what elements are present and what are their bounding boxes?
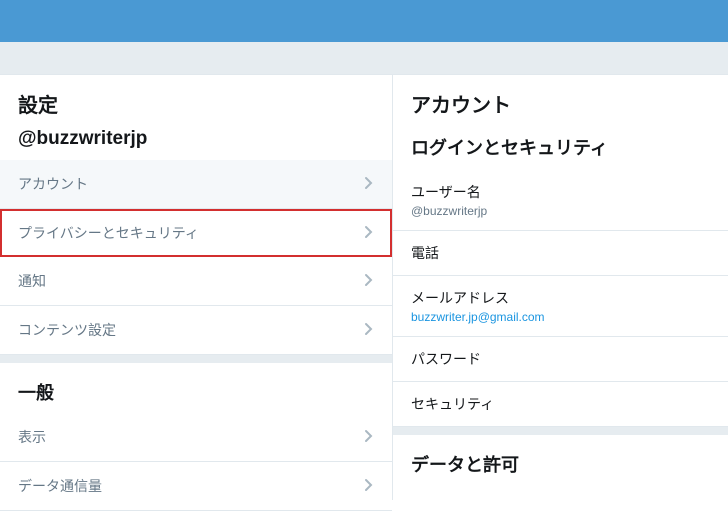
chevron-right-icon bbox=[364, 429, 374, 446]
chevron-right-icon bbox=[364, 176, 374, 193]
detail-value: @buzzwriterjp bbox=[411, 204, 710, 218]
detail-value: buzzwriter.jp@gmail.com bbox=[411, 310, 710, 324]
sidebar-item-label: データ通信量 bbox=[18, 476, 102, 496]
chevron-right-icon bbox=[364, 322, 374, 339]
sidebar-item-label: 通知 bbox=[18, 271, 46, 291]
detail-label: パスワード bbox=[411, 349, 710, 369]
settings-sidebar: 設定 @buzzwriterjp アカウント プライバシーとセキュリティ 通知 … bbox=[0, 75, 393, 500]
top-bar bbox=[0, 0, 728, 42]
username-display: @buzzwriterjp bbox=[0, 128, 392, 160]
detail-label: メールアドレス bbox=[411, 288, 710, 308]
detail-item-password[interactable]: パスワード bbox=[393, 337, 728, 382]
detail-item-email[interactable]: メールアドレス buzzwriter.jp@gmail.com bbox=[393, 276, 728, 337]
chevron-right-icon bbox=[364, 273, 374, 290]
sidebar-item-label: プライバシーとセキュリティ bbox=[18, 223, 199, 243]
sidebar-item-account[interactable]: アカウント bbox=[0, 160, 392, 209]
sidebar-item-label: 表示 bbox=[18, 427, 46, 447]
chevron-right-icon bbox=[364, 225, 374, 242]
sidebar-item-privacy-security[interactable]: プライバシーとセキュリティ bbox=[0, 209, 392, 257]
login-security-header: ログインとセキュリティ bbox=[393, 128, 728, 170]
sidebar-item-data-usage[interactable]: データ通信量 bbox=[0, 462, 392, 511]
detail-item-phone[interactable]: 電話 bbox=[393, 231, 728, 276]
detail-label: セキュリティ bbox=[411, 394, 710, 414]
detail-label: 電話 bbox=[411, 243, 710, 263]
general-header: 一般 bbox=[0, 355, 392, 413]
sidebar-item-label: アカウント bbox=[18, 174, 88, 194]
sub-bar bbox=[0, 42, 728, 75]
detail-title: アカウント bbox=[393, 75, 728, 128]
sidebar-item-notifications[interactable]: 通知 bbox=[0, 257, 392, 306]
detail-item-username[interactable]: ユーザー名 @buzzwriterjp bbox=[393, 170, 728, 231]
detail-label: ユーザー名 bbox=[411, 182, 710, 202]
settings-detail: アカウント ログインとセキュリティ ユーザー名 @buzzwriterjp 電話… bbox=[393, 75, 728, 500]
chevron-right-icon bbox=[364, 478, 374, 495]
detail-item-security[interactable]: セキュリティ bbox=[393, 382, 728, 427]
settings-title: 設定 bbox=[0, 75, 392, 128]
sidebar-item-label: コンテンツ設定 bbox=[18, 320, 116, 340]
sidebar-item-content-settings[interactable]: コンテンツ設定 bbox=[0, 306, 392, 355]
data-permission-header: データと許可 bbox=[393, 427, 728, 485]
sidebar-item-display[interactable]: 表示 bbox=[0, 413, 392, 462]
